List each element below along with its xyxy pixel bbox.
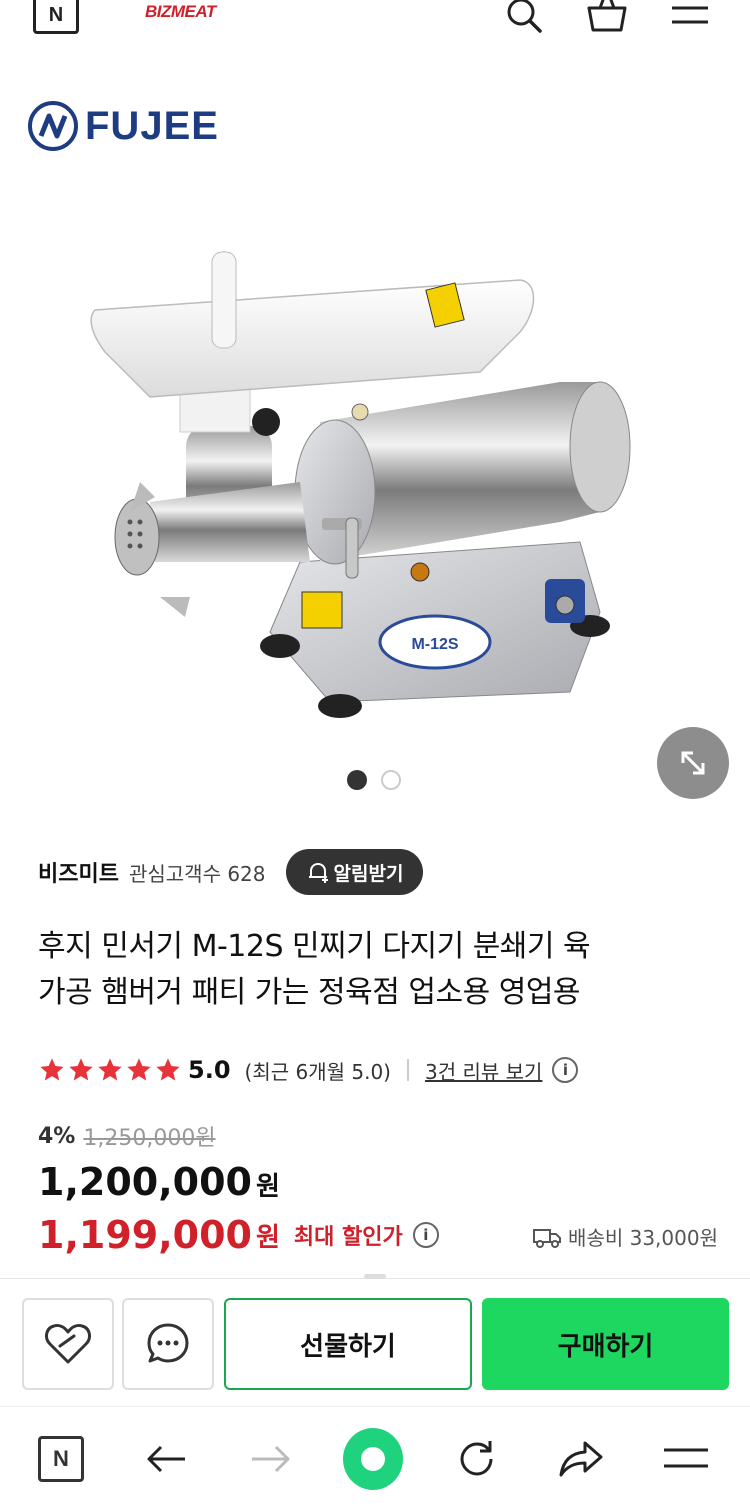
browser-bottom-nav: N xyxy=(0,1406,750,1512)
green-dot-icon xyxy=(343,1428,403,1490)
original-price-row: 4% 1,250,000원 xyxy=(38,1120,216,1152)
follower-count: 관심고객수 628 xyxy=(128,861,266,886)
menu-button[interactable] xyxy=(656,1429,716,1489)
naver-home-button[interactable]: N xyxy=(33,0,79,34)
bell-plus-icon xyxy=(308,862,328,883)
rating-value: 5.0 xyxy=(188,1056,231,1084)
cart-icon[interactable] xyxy=(585,0,629,36)
star-icon xyxy=(69,1058,93,1081)
refresh-icon xyxy=(460,1441,493,1476)
max-discount-price: 1,199,000 xyxy=(38,1213,252,1257)
star-icon xyxy=(40,1058,64,1081)
svg-text:M-12S: M-12S xyxy=(411,636,458,653)
sheet-handle[interactable] xyxy=(364,1274,386,1279)
truck-icon xyxy=(533,1228,562,1248)
chat-bubble-icon xyxy=(147,1323,189,1363)
naver-n-icon: N xyxy=(38,1436,84,1482)
forward-button[interactable] xyxy=(240,1429,300,1489)
wishlist-button[interactable] xyxy=(22,1298,114,1390)
star-icon xyxy=(156,1058,180,1081)
alarm-label: 알림받기 xyxy=(333,862,404,885)
arrow-right-icon xyxy=(252,1445,290,1473)
star-icon xyxy=(127,1058,151,1081)
product-title-line: 후지 민서기 M-12S 민찌기 다지기 분쇄기 육 xyxy=(38,929,591,964)
max-discount-unit: 원 xyxy=(255,1222,280,1253)
top-header: N BIZMEAT xyxy=(0,0,750,42)
max-discount-row: 1,199,000 원 최대 할인가 i 배송비 33,000원 xyxy=(38,1208,718,1262)
zzim-heart-icon xyxy=(45,1324,91,1364)
share-button[interactable] xyxy=(551,1429,611,1489)
green-dot-button[interactable] xyxy=(343,1428,403,1490)
pagination-dot[interactable] xyxy=(347,770,367,790)
expand-image-button[interactable] xyxy=(657,727,729,799)
info-icon[interactable]: i xyxy=(552,1057,579,1083)
info-icon[interactable]: i xyxy=(412,1222,439,1248)
star-icon xyxy=(98,1058,122,1081)
gift-button[interactable]: 선물하기 xyxy=(224,1298,472,1390)
refresh-button[interactable] xyxy=(447,1429,507,1489)
product-image-gallery[interactable]: FUJEE M-12S xyxy=(0,42,750,820)
original-price: 1,250,000원 xyxy=(83,1126,216,1151)
star-rating xyxy=(38,1056,182,1084)
rating-row: 5.0 (최근 6개월 5.0) 3건 리뷰 보기 i xyxy=(38,1050,579,1090)
expand-icon xyxy=(681,751,705,775)
divider xyxy=(406,1059,409,1081)
max-discount-label: 최대 할인가 xyxy=(293,1225,403,1250)
sale-price-row: 1,200,000 원 xyxy=(38,1160,280,1212)
product-title: 후지 민서기 M-12S 민찌기 다지기 분쇄기 육 가공 햄버거 패티 가는 … xyxy=(38,924,718,1016)
menu-icon[interactable] xyxy=(668,0,712,36)
pagination-dot[interactable] xyxy=(381,770,401,790)
search-icon[interactable] xyxy=(502,0,546,36)
seller-row: 비즈미트 관심고객수 628 알림받기 xyxy=(38,848,424,896)
product-title-line: 가공 햄버거 패티 가는 정육점 업소용 영업용 xyxy=(38,975,581,1010)
arrow-left-icon xyxy=(147,1445,185,1473)
shipping-fee: 배송비 33,000원 xyxy=(532,1222,718,1251)
store-logo[interactable]: BIZMEAT xyxy=(145,2,216,22)
buy-button[interactable]: 구매하기 xyxy=(482,1298,729,1390)
alarm-subscribe-button[interactable]: 알림받기 xyxy=(285,849,424,895)
purchase-bar: 선물하기 구매하기 xyxy=(0,1274,750,1406)
discount-percent: 4% xyxy=(38,1123,76,1149)
sale-price-unit: 원 xyxy=(255,1172,280,1202)
recent-rating: (최근 6개월 5.0) xyxy=(244,1059,391,1084)
sale-price: 1,200,000 xyxy=(38,1160,252,1204)
review-link[interactable]: 3건 리뷰 보기 xyxy=(425,1056,542,1085)
shipping-fee-text: 배송비 33,000원 xyxy=(568,1226,718,1250)
hamburger-menu-icon xyxy=(664,1448,708,1468)
back-button[interactable] xyxy=(137,1429,197,1489)
meat-grinder-image: M-12S xyxy=(90,251,631,718)
gallery-pagination xyxy=(347,770,401,790)
naver-home-nav[interactable]: N xyxy=(31,1429,91,1489)
talk-talk-button[interactable] xyxy=(122,1298,214,1390)
share-arrow-icon xyxy=(559,1441,603,1477)
seller-name[interactable]: 비즈미트 xyxy=(38,856,119,888)
